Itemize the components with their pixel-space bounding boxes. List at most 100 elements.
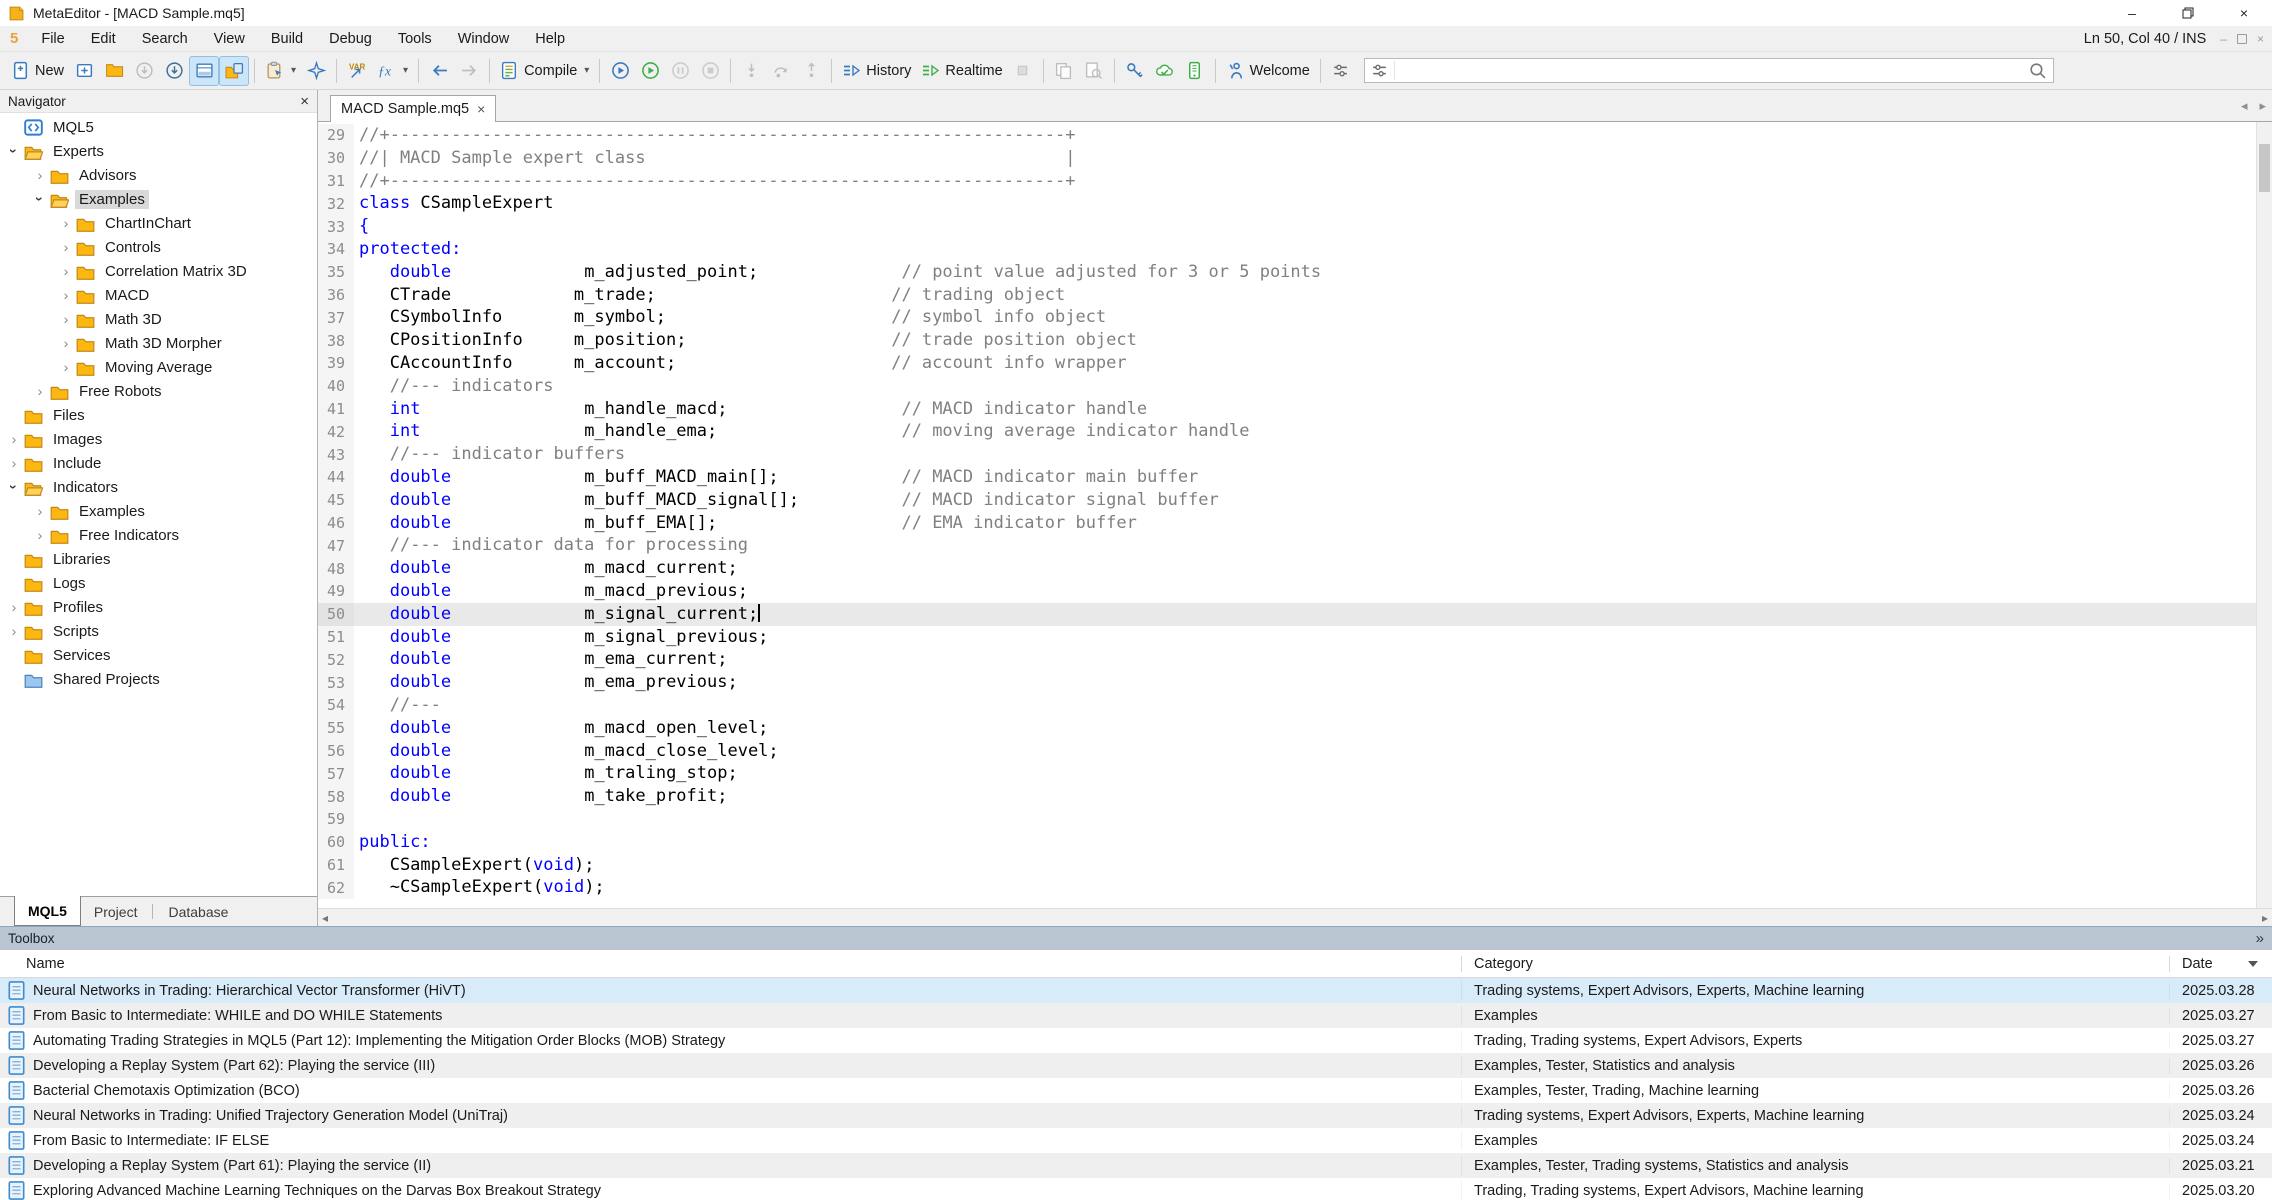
code-line[interactable]: 39 CAccountInfo m_account; // account in… bbox=[318, 352, 2256, 375]
column-header-name[interactable]: Name bbox=[0, 956, 1462, 972]
navigator-tab-project[interactable]: Project bbox=[81, 897, 151, 926]
chevron-collapsed-icon[interactable]: › bbox=[58, 263, 74, 279]
tree-item-files[interactable]: Files bbox=[0, 403, 317, 427]
chevron-collapsed-icon[interactable]: › bbox=[6, 623, 22, 639]
navigator-close-icon[interactable]: × bbox=[300, 93, 309, 110]
article-row[interactable]: From Basic to Intermediate: IF ELSEExamp… bbox=[0, 1128, 2272, 1153]
menu-help[interactable]: Help bbox=[522, 31, 578, 47]
article-row[interactable]: Developing a Replay System (Part 62): Pl… bbox=[0, 1053, 2272, 1078]
code-line[interactable]: 55 double m_macd_open_level; bbox=[318, 717, 2256, 740]
article-row[interactable]: Automating Trading Strategies in MQL5 (P… bbox=[0, 1028, 2272, 1053]
doc-restore-icon[interactable] bbox=[2237, 34, 2247, 44]
code-line[interactable]: 47 //--- indicator data for processing bbox=[318, 534, 2256, 557]
toolbox-expand-icon[interactable]: » bbox=[2256, 930, 2264, 947]
breakpoint-button[interactable] bbox=[1008, 56, 1038, 86]
article-row[interactable]: Neural Networks in Trading: Unified Traj… bbox=[0, 1103, 2272, 1128]
menu-window[interactable]: Window bbox=[445, 31, 523, 47]
article-row[interactable]: Exploring Advanced Machine Learning Tech… bbox=[0, 1178, 2272, 1200]
tree-item-controls[interactable]: ›Controls bbox=[0, 235, 317, 259]
article-row[interactable]: Neural Networks in Trading: Hierarchical… bbox=[0, 978, 2272, 1003]
tree-item-experts[interactable]: ›Experts bbox=[0, 139, 317, 163]
tree-item-examples[interactable]: ›Examples bbox=[0, 499, 317, 523]
toggle-toolbox-button[interactable] bbox=[189, 56, 219, 86]
code-line[interactable]: 48 double m_macd_current; bbox=[318, 557, 2256, 580]
run-button[interactable] bbox=[635, 56, 665, 86]
chevron-collapsed-icon[interactable]: › bbox=[6, 431, 22, 447]
editor-horizontal-scrollbar[interactable]: ◂ ▸ bbox=[318, 908, 2272, 926]
chevron-collapsed-icon[interactable]: › bbox=[58, 359, 74, 375]
back-button[interactable] bbox=[424, 56, 454, 86]
copy-button[interactable] bbox=[1049, 56, 1079, 86]
close-button[interactable]: × bbox=[2216, 0, 2272, 26]
tree-item-examples[interactable]: ›Examples bbox=[0, 187, 317, 211]
chevron-expanded-icon[interactable]: › bbox=[6, 143, 22, 159]
tree-item-math-3d[interactable]: ›Math 3D bbox=[0, 307, 317, 331]
code-line[interactable]: 57 double m_traling_stop; bbox=[318, 762, 2256, 785]
code-line[interactable]: 42 int m_handle_ema; // moving average i… bbox=[318, 420, 2256, 443]
history-button[interactable]: History bbox=[837, 56, 916, 86]
article-row[interactable]: Developing a Replay System (Part 61): Pl… bbox=[0, 1153, 2272, 1178]
sparkle-button[interactable] bbox=[301, 56, 331, 86]
code-line[interactable]: 45 double m_buff_MACD_signal[]; // MACD … bbox=[318, 489, 2256, 512]
code-line[interactable]: 30//| MACD Sample expert class | bbox=[318, 147, 2256, 170]
debug-button[interactable] bbox=[605, 56, 635, 86]
chevron-collapsed-icon[interactable]: › bbox=[6, 455, 22, 471]
code-line[interactable]: 54 //--- bbox=[318, 694, 2256, 717]
stop-button[interactable] bbox=[695, 56, 725, 86]
variables-button[interactable]: VAR bbox=[342, 56, 372, 86]
chevron-expanded-icon[interactable]: › bbox=[6, 479, 22, 495]
compile-button[interactable]: Compile▾ bbox=[495, 56, 594, 86]
chevron-collapsed-icon[interactable]: › bbox=[32, 167, 48, 183]
functions-button[interactable]: ƒx▾ bbox=[372, 56, 413, 86]
code-line[interactable]: 61 CSampleExpert(void); bbox=[318, 854, 2256, 877]
chevron-expanded-icon[interactable]: › bbox=[32, 191, 48, 207]
menu-search[interactable]: Search bbox=[129, 31, 201, 47]
tree-item-free-indicators[interactable]: ›Free Indicators bbox=[0, 523, 317, 547]
cloud-sync-button[interactable] bbox=[1150, 56, 1180, 86]
code-line[interactable]: 52 double m_ema_current; bbox=[318, 648, 2256, 671]
tab-close-icon[interactable]: × bbox=[477, 101, 485, 117]
column-header-category[interactable]: Category bbox=[1462, 956, 2170, 972]
tree-item-mql5[interactable]: MQL5 bbox=[0, 115, 317, 139]
pause-button[interactable] bbox=[665, 56, 695, 86]
search-in-files-button[interactable] bbox=[1079, 56, 1109, 86]
code-line[interactable]: 29//+-----------------------------------… bbox=[318, 124, 2256, 147]
tree-item-services[interactable]: Services bbox=[0, 643, 317, 667]
chevron-collapsed-icon[interactable]: › bbox=[58, 287, 74, 303]
code-editor[interactable]: 29//+-----------------------------------… bbox=[318, 122, 2256, 908]
scroll-right-icon[interactable]: ▸ bbox=[2262, 911, 2268, 925]
code-line[interactable]: 41 int m_handle_macd; // MACD indicator … bbox=[318, 398, 2256, 421]
chevron-collapsed-icon[interactable]: › bbox=[58, 239, 74, 255]
download-button[interactable] bbox=[129, 56, 159, 86]
tree-item-include[interactable]: ›Include bbox=[0, 451, 317, 475]
step-out-button[interactable] bbox=[796, 56, 826, 86]
menu-build[interactable]: Build bbox=[258, 31, 316, 47]
code-line[interactable]: 40 //--- indicators bbox=[318, 375, 2256, 398]
editor-vertical-scrollbar[interactable] bbox=[2256, 122, 2272, 908]
forward-button[interactable] bbox=[454, 56, 484, 86]
step-over-button[interactable] bbox=[766, 56, 796, 86]
article-row[interactable]: From Basic to Intermediate: WHILE and DO… bbox=[0, 1003, 2272, 1028]
chevron-collapsed-icon[interactable]: › bbox=[32, 527, 48, 543]
tree-item-moving-average[interactable]: ›Moving Average bbox=[0, 355, 317, 379]
tree-item-indicators[interactable]: ›Indicators bbox=[0, 475, 317, 499]
code-line[interactable]: 51 double m_signal_previous; bbox=[318, 626, 2256, 649]
tree-item-advisors[interactable]: ›Advisors bbox=[0, 163, 317, 187]
code-line[interactable]: 44 double m_buff_MACD_main[]; // MACD in… bbox=[318, 466, 2256, 489]
new-window-button[interactable] bbox=[69, 56, 99, 86]
download-all-button[interactable] bbox=[159, 56, 189, 86]
code-line[interactable]: 59 bbox=[318, 808, 2256, 831]
step-into-button[interactable] bbox=[736, 56, 766, 86]
chevron-collapsed-icon[interactable]: › bbox=[58, 311, 74, 327]
chevron-collapsed-icon[interactable]: › bbox=[32, 383, 48, 399]
code-line[interactable]: 32class CSampleExpert bbox=[318, 192, 2256, 215]
code-line[interactable]: 36 CTrade m_trade; // trading object bbox=[318, 284, 2256, 307]
tree-item-logs[interactable]: Logs bbox=[0, 571, 317, 595]
scroll-left-icon[interactable]: ◂ bbox=[322, 911, 328, 925]
chevron-collapsed-icon[interactable]: › bbox=[58, 335, 74, 351]
open-file-button[interactable] bbox=[99, 56, 129, 86]
tree-item-scripts[interactable]: ›Scripts bbox=[0, 619, 317, 643]
key-button[interactable] bbox=[1120, 56, 1150, 86]
tree-item-images[interactable]: ›Images bbox=[0, 427, 317, 451]
tree-item-profiles[interactable]: ›Profiles bbox=[0, 595, 317, 619]
